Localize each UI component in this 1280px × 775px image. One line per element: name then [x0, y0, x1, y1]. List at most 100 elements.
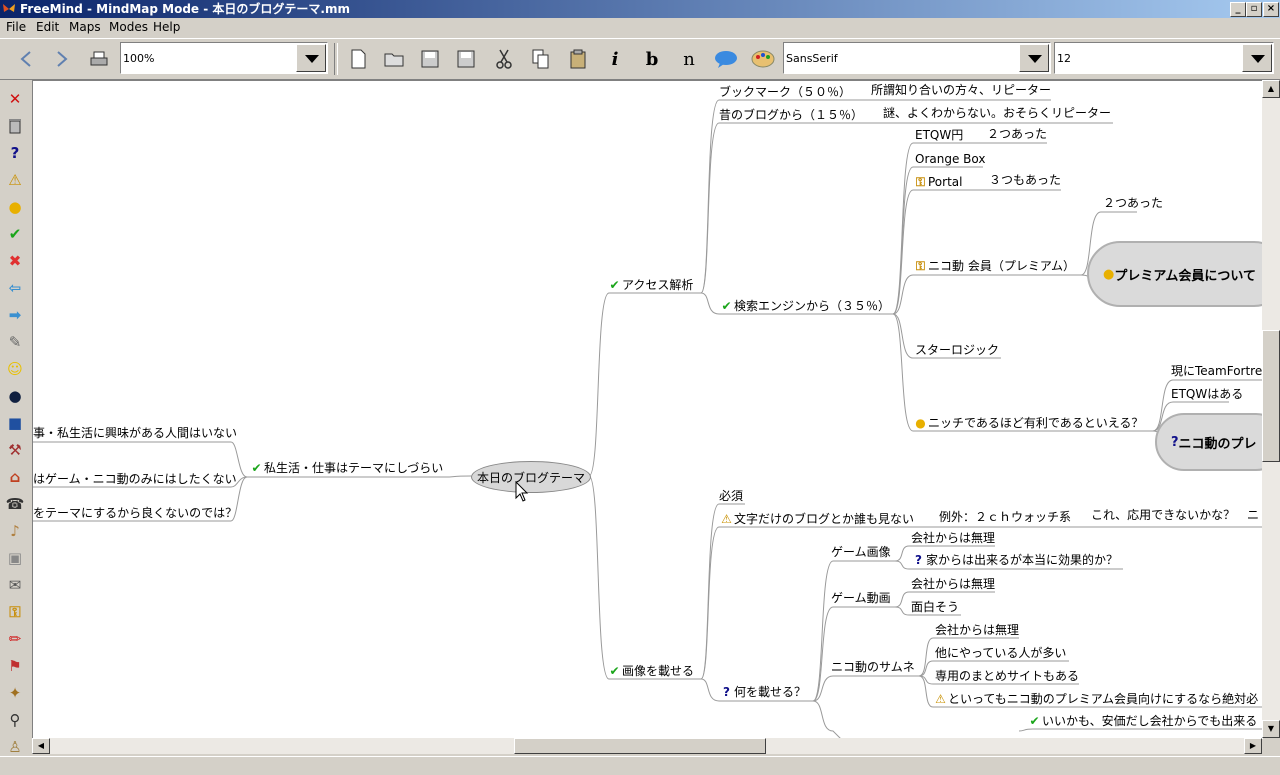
flag-icon[interactable]: ⚑	[4, 655, 26, 677]
forward-arrow-icon[interactable]: ➡	[4, 304, 26, 326]
scroll-left-icon[interactable]: ◀	[32, 738, 50, 754]
forward-icon[interactable]	[48, 45, 76, 73]
mindmap-canvas[interactable]: 本日のブログテーマ ✔ 私生活・仕事はテーマにしづらい 事・私生活に興味がある人間…	[32, 80, 1263, 739]
node-left-3[interactable]: をテーマにするから良くないのでは？	[33, 506, 237, 520]
cross-icon[interactable]: ✖	[4, 250, 26, 272]
new-map-icon[interactable]	[344, 45, 372, 73]
checkmark-icon[interactable]: ✔	[4, 223, 26, 245]
node-old-blog[interactable]: 昔のブログから（１５％）	[719, 108, 863, 122]
node-left-2[interactable]: はゲーム・ニコ動のみにはしたくない	[33, 472, 237, 486]
node-portal[interactable]: ⚿ Portal	[913, 175, 963, 189]
node-orange-box[interactable]: Orange Box	[915, 152, 985, 166]
minimize-button[interactable]: _	[1230, 2, 1246, 17]
speech-bubble-icon[interactable]	[712, 45, 740, 73]
idea-bulb-icon[interactable]: ●	[4, 196, 26, 218]
node-apply[interactable]: これ、応用できないかな？	[1091, 508, 1235, 522]
menu-modes[interactable]: Modes	[109, 20, 148, 34]
person-icon[interactable]: ♙	[4, 736, 26, 758]
node-required[interactable]: 必須	[719, 489, 743, 503]
node-private-life[interactable]: ✔ 私生活・仕事はテーマにしづらい	[249, 461, 443, 475]
node-gv-fun[interactable]: 面白そう	[911, 600, 959, 614]
node-gi-home[interactable]: ? 家からは出来るが本当に効果的か？	[911, 553, 1118, 567]
normal-button[interactable]: n	[675, 45, 703, 73]
question-icon[interactable]: ?	[4, 142, 26, 164]
wand-icon[interactable]: ✦	[4, 682, 26, 704]
node-game-image[interactable]: ゲーム画像	[831, 545, 891, 559]
book-icon[interactable]: ■	[4, 412, 26, 434]
cut-icon[interactable]	[490, 45, 518, 73]
node-etqw[interactable]: ETQW円	[915, 128, 963, 142]
bold-button[interactable]: b	[638, 45, 666, 73]
node-bookmark-note[interactable]: 所謂知り合いの方々、リピーター	[871, 83, 1051, 97]
node-text-only[interactable]: ⚠ 文字だけのブログとか誰も見ない	[719, 512, 914, 526]
menu-file[interactable]: File	[6, 20, 26, 34]
node-old-blog-note[interactable]: 謎、よくわからない。おそらくリピーター	[883, 106, 1111, 120]
vertical-scroll-thumb[interactable]	[1262, 330, 1280, 462]
open-folder-icon[interactable]	[380, 45, 408, 73]
copy-icon[interactable]	[527, 45, 555, 73]
save-icon[interactable]	[416, 45, 444, 73]
node-nico-thumb[interactable]: ニコ動のサムネ	[831, 660, 915, 674]
node-exception[interactable]: 例外：２ｃｈウォッチ系	[939, 510, 1071, 524]
node-nt-sites[interactable]: 専用のまとめサイトもある	[935, 669, 1079, 683]
pen-icon[interactable]: ✏	[4, 628, 26, 650]
horizontal-scroll-thumb[interactable]	[514, 738, 766, 754]
magnifier-icon[interactable]: ⚲	[4, 709, 26, 731]
smiley-icon[interactable]: ☺	[4, 358, 26, 380]
node-premium-cloud[interactable]: ● プレミアム会員について	[1087, 241, 1263, 307]
node-etqw-note[interactable]: ２つあった	[987, 127, 1047, 141]
chevron-down-icon[interactable]	[1019, 44, 1049, 72]
back-icon[interactable]	[12, 45, 40, 73]
chevron-down-icon[interactable]	[1242, 44, 1272, 72]
key-icon[interactable]: ⚿	[4, 601, 26, 623]
node-nt-company[interactable]: 会社からは無理	[935, 623, 1019, 637]
home-icon[interactable]: ⌂	[4, 466, 26, 488]
trash-icon[interactable]	[4, 115, 26, 137]
node-teamfortress[interactable]: 現にTeamFortress	[1171, 364, 1263, 378]
node-gv-company[interactable]: 会社からは無理	[911, 577, 995, 591]
node-nico-premium-cloud[interactable]: ? ニコ動のプレ	[1155, 413, 1263, 471]
node-gi-company[interactable]: 会社からは無理	[911, 531, 995, 545]
paste-icon[interactable]	[564, 45, 592, 73]
node-left-1[interactable]: 事・私生活に興味がある人間はいない	[33, 426, 237, 440]
box-icon[interactable]: ▣	[4, 547, 26, 569]
scroll-up-icon[interactable]: ▲	[1262, 80, 1280, 98]
menu-edit[interactable]: Edit	[36, 20, 59, 34]
vertical-scrollbar[interactable]: ▲ ▼	[1262, 80, 1280, 738]
node-niche[interactable]: ● ニッチであるほど有利であるといえる？	[913, 416, 1143, 430]
italic-button[interactable]: i	[601, 45, 629, 73]
menu-help[interactable]: Help	[153, 20, 180, 34]
node-images[interactable]: ✔ 画像を載せる	[607, 664, 694, 678]
mail-icon[interactable]: ✉	[4, 574, 26, 596]
node-bookmark[interactable]: ブックマーク（５０％）	[719, 85, 851, 99]
node-etqw-exists[interactable]: ETQWはある	[1171, 387, 1243, 401]
font-family-select[interactable]: SansSerif	[783, 42, 1051, 74]
node-access-analysis[interactable]: ✔ アクセス解析	[607, 278, 693, 292]
node-nt-others[interactable]: 他にやっている人が多い	[935, 646, 1066, 660]
node-game-video[interactable]: ゲーム動画	[831, 591, 891, 605]
root-node[interactable]: 本日のブログテーマ	[471, 461, 591, 493]
remove-icon[interactable]: ✕	[4, 88, 26, 110]
node-portal-note[interactable]: ３つもあった	[989, 173, 1061, 187]
node-search-engine[interactable]: ✔ 検索エンジンから（３５％）	[719, 299, 890, 313]
node-nico-note[interactable]: ２つあった	[1103, 196, 1163, 210]
maximize-button[interactable]: ▫	[1246, 2, 1262, 17]
node-apply-tail[interactable]: ニ	[1247, 508, 1259, 522]
back-arrow-icon[interactable]: ⇦	[4, 277, 26, 299]
chevron-down-icon[interactable]	[296, 44, 326, 72]
save-as-icon[interactable]	[452, 45, 480, 73]
phone-icon[interactable]: ☎	[4, 493, 26, 515]
menu-maps[interactable]: Maps	[69, 20, 101, 34]
paperclip-icon[interactable]: ✎	[4, 331, 26, 353]
warning-icon[interactable]: ⚠	[4, 169, 26, 191]
horizontal-scrollbar[interactable]: ◀ ▶	[32, 738, 1262, 754]
node-starlogic[interactable]: スターロジック	[915, 343, 999, 357]
node-nico-member[interactable]: ⚿ ニコ動 会員（プレミアム）	[913, 259, 1075, 273]
hammer-icon[interactable]: ⚒	[4, 439, 26, 461]
scroll-down-icon[interactable]: ▼	[1262, 720, 1280, 738]
close-button[interactable]: ×	[1263, 2, 1279, 17]
bomb-icon[interactable]: ●	[4, 385, 26, 407]
font-size-select[interactable]: 12	[1054, 42, 1274, 74]
palette-icon[interactable]	[749, 45, 777, 73]
music-icon[interactable]: ♪	[4, 520, 26, 542]
